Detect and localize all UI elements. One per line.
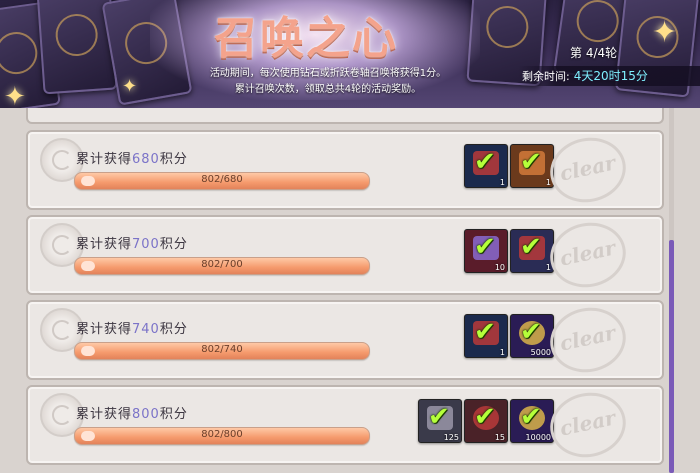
remaining-time-value: 4天20时15分 [573, 69, 648, 83]
reward-quantity: 1 [499, 178, 505, 187]
task-label: 累计获得700积分 [76, 233, 188, 252]
sparkle-icon: ✦ [652, 15, 678, 50]
sparkle-icon: ✦ [122, 76, 138, 97]
clear-stamp-text: clear [557, 320, 618, 356]
claimed-check-icon: ✔ [520, 147, 542, 177]
progress-text: 802/700 [201, 259, 243, 270]
event-banner: ✦ ✦ ✦ 召唤之心 活动期间，每次使用钻石或折跃卷轴召唤将获得1分。 累计召唤… [0, 0, 700, 108]
reward-quantity: 125 [443, 433, 459, 442]
progress-text: 802/800 [201, 429, 243, 440]
task-label-suffix: 积分 [159, 237, 188, 252]
task-row: 累计获得740积分 802/740 ✔ 1 ✔ 5000 clear [26, 300, 664, 380]
task-row: 累计获得700积分 802/700 ✔ 10 ✔ 1 clear [26, 215, 664, 295]
task-row: 累计获得680积分 802/680 ✔ 1 ✔ 1 clear [26, 130, 664, 210]
progress-text: 802/740 [201, 344, 243, 355]
claimed-check-icon: ✔ [520, 317, 542, 347]
task-label-prefix: 累计获得 [76, 237, 133, 252]
claimed-check-icon: ✔ [428, 402, 450, 432]
reward-item[interactable]: ✔ 1 [510, 229, 554, 273]
claimed-check-icon: ✔ [474, 402, 496, 432]
reward-quantity: 1 [499, 348, 505, 357]
reward-quantity: 10000 [525, 433, 551, 442]
clear-stamp: clear [544, 215, 632, 295]
clear-stamp: clear [544, 300, 632, 380]
claimed-check-icon: ✔ [520, 402, 542, 432]
reward-task-list[interactable]: 累计获得680积分 802/680 ✔ 1 ✔ 1 clear 累计获得700积… [26, 108, 664, 473]
reward-quantity: 15 [494, 433, 505, 442]
reward-item[interactable]: ✔ 10000 [510, 399, 554, 443]
claimed-check-icon: ✔ [474, 147, 496, 177]
reward-quantity: 5000 [530, 348, 551, 357]
task-points: 740 [132, 322, 160, 337]
reward-quantity: 10 [494, 263, 505, 272]
round-indicator: 第 4/4轮 [570, 46, 618, 60]
task-points: 800 [132, 407, 160, 422]
progress-bar: 802/740 [74, 342, 370, 360]
clear-stamp-text: clear [557, 405, 618, 441]
task-row-partial [26, 108, 664, 124]
remaining-time-label: 剩余时间: [522, 70, 570, 83]
clear-stamp-text: clear [557, 150, 618, 186]
task-label-prefix: 累计获得 [76, 407, 133, 422]
reward-item[interactable]: ✔ 15 [464, 399, 508, 443]
task-points: 680 [132, 152, 160, 167]
task-label: 累计获得680积分 [76, 148, 188, 167]
clear-stamp-text: clear [557, 235, 618, 271]
task-points: 700 [132, 237, 160, 252]
task-label-prefix: 累计获得 [76, 152, 133, 167]
task-label: 累计获得800积分 [76, 403, 188, 422]
reward-item[interactable]: ✔ 1 [464, 314, 508, 358]
progress-bar: 802/800 [74, 427, 370, 445]
progress-bar: 802/700 [74, 257, 370, 275]
task-row: 累计获得800积分 802/800 ✔ 125 ✔ 15 ✔ 10000 cle… [26, 385, 664, 465]
task-label-suffix: 积分 [159, 152, 188, 167]
task-label: 累计获得740积分 [76, 318, 188, 337]
task-label-prefix: 累计获得 [76, 322, 133, 337]
reward-item[interactable]: ✔ 1 [510, 144, 554, 188]
event-description-line1: 活动期间，每次使用钻石或折跃卷轴召唤将获得1分。 [209, 68, 447, 79]
event-title: 召唤之心 [214, 13, 398, 64]
sparkle-icon: ✦ [4, 82, 26, 108]
remaining-time-bar: 剩余时间: 4天20时15分 [518, 66, 700, 86]
scrollbar-thumb[interactable] [669, 240, 674, 473]
progress-text: 802/680 [201, 174, 243, 185]
reward-item[interactable]: ✔ 1 [464, 144, 508, 188]
claimed-check-icon: ✔ [474, 317, 496, 347]
event-description-line2: 累计召唤次数，领取总共4轮的活动奖励。 [234, 84, 422, 95]
clear-stamp: clear [544, 385, 632, 465]
progress-bar: 802/680 [74, 172, 370, 190]
task-label-suffix: 积分 [159, 407, 188, 422]
reward-item[interactable]: ✔ 125 [418, 399, 462, 443]
claimed-check-icon: ✔ [520, 232, 542, 262]
reward-item[interactable]: ✔ 5000 [510, 314, 554, 358]
clear-stamp: clear [544, 130, 632, 210]
task-label-suffix: 积分 [159, 322, 188, 337]
claimed-check-icon: ✔ [474, 232, 496, 262]
reward-item[interactable]: ✔ 10 [464, 229, 508, 273]
